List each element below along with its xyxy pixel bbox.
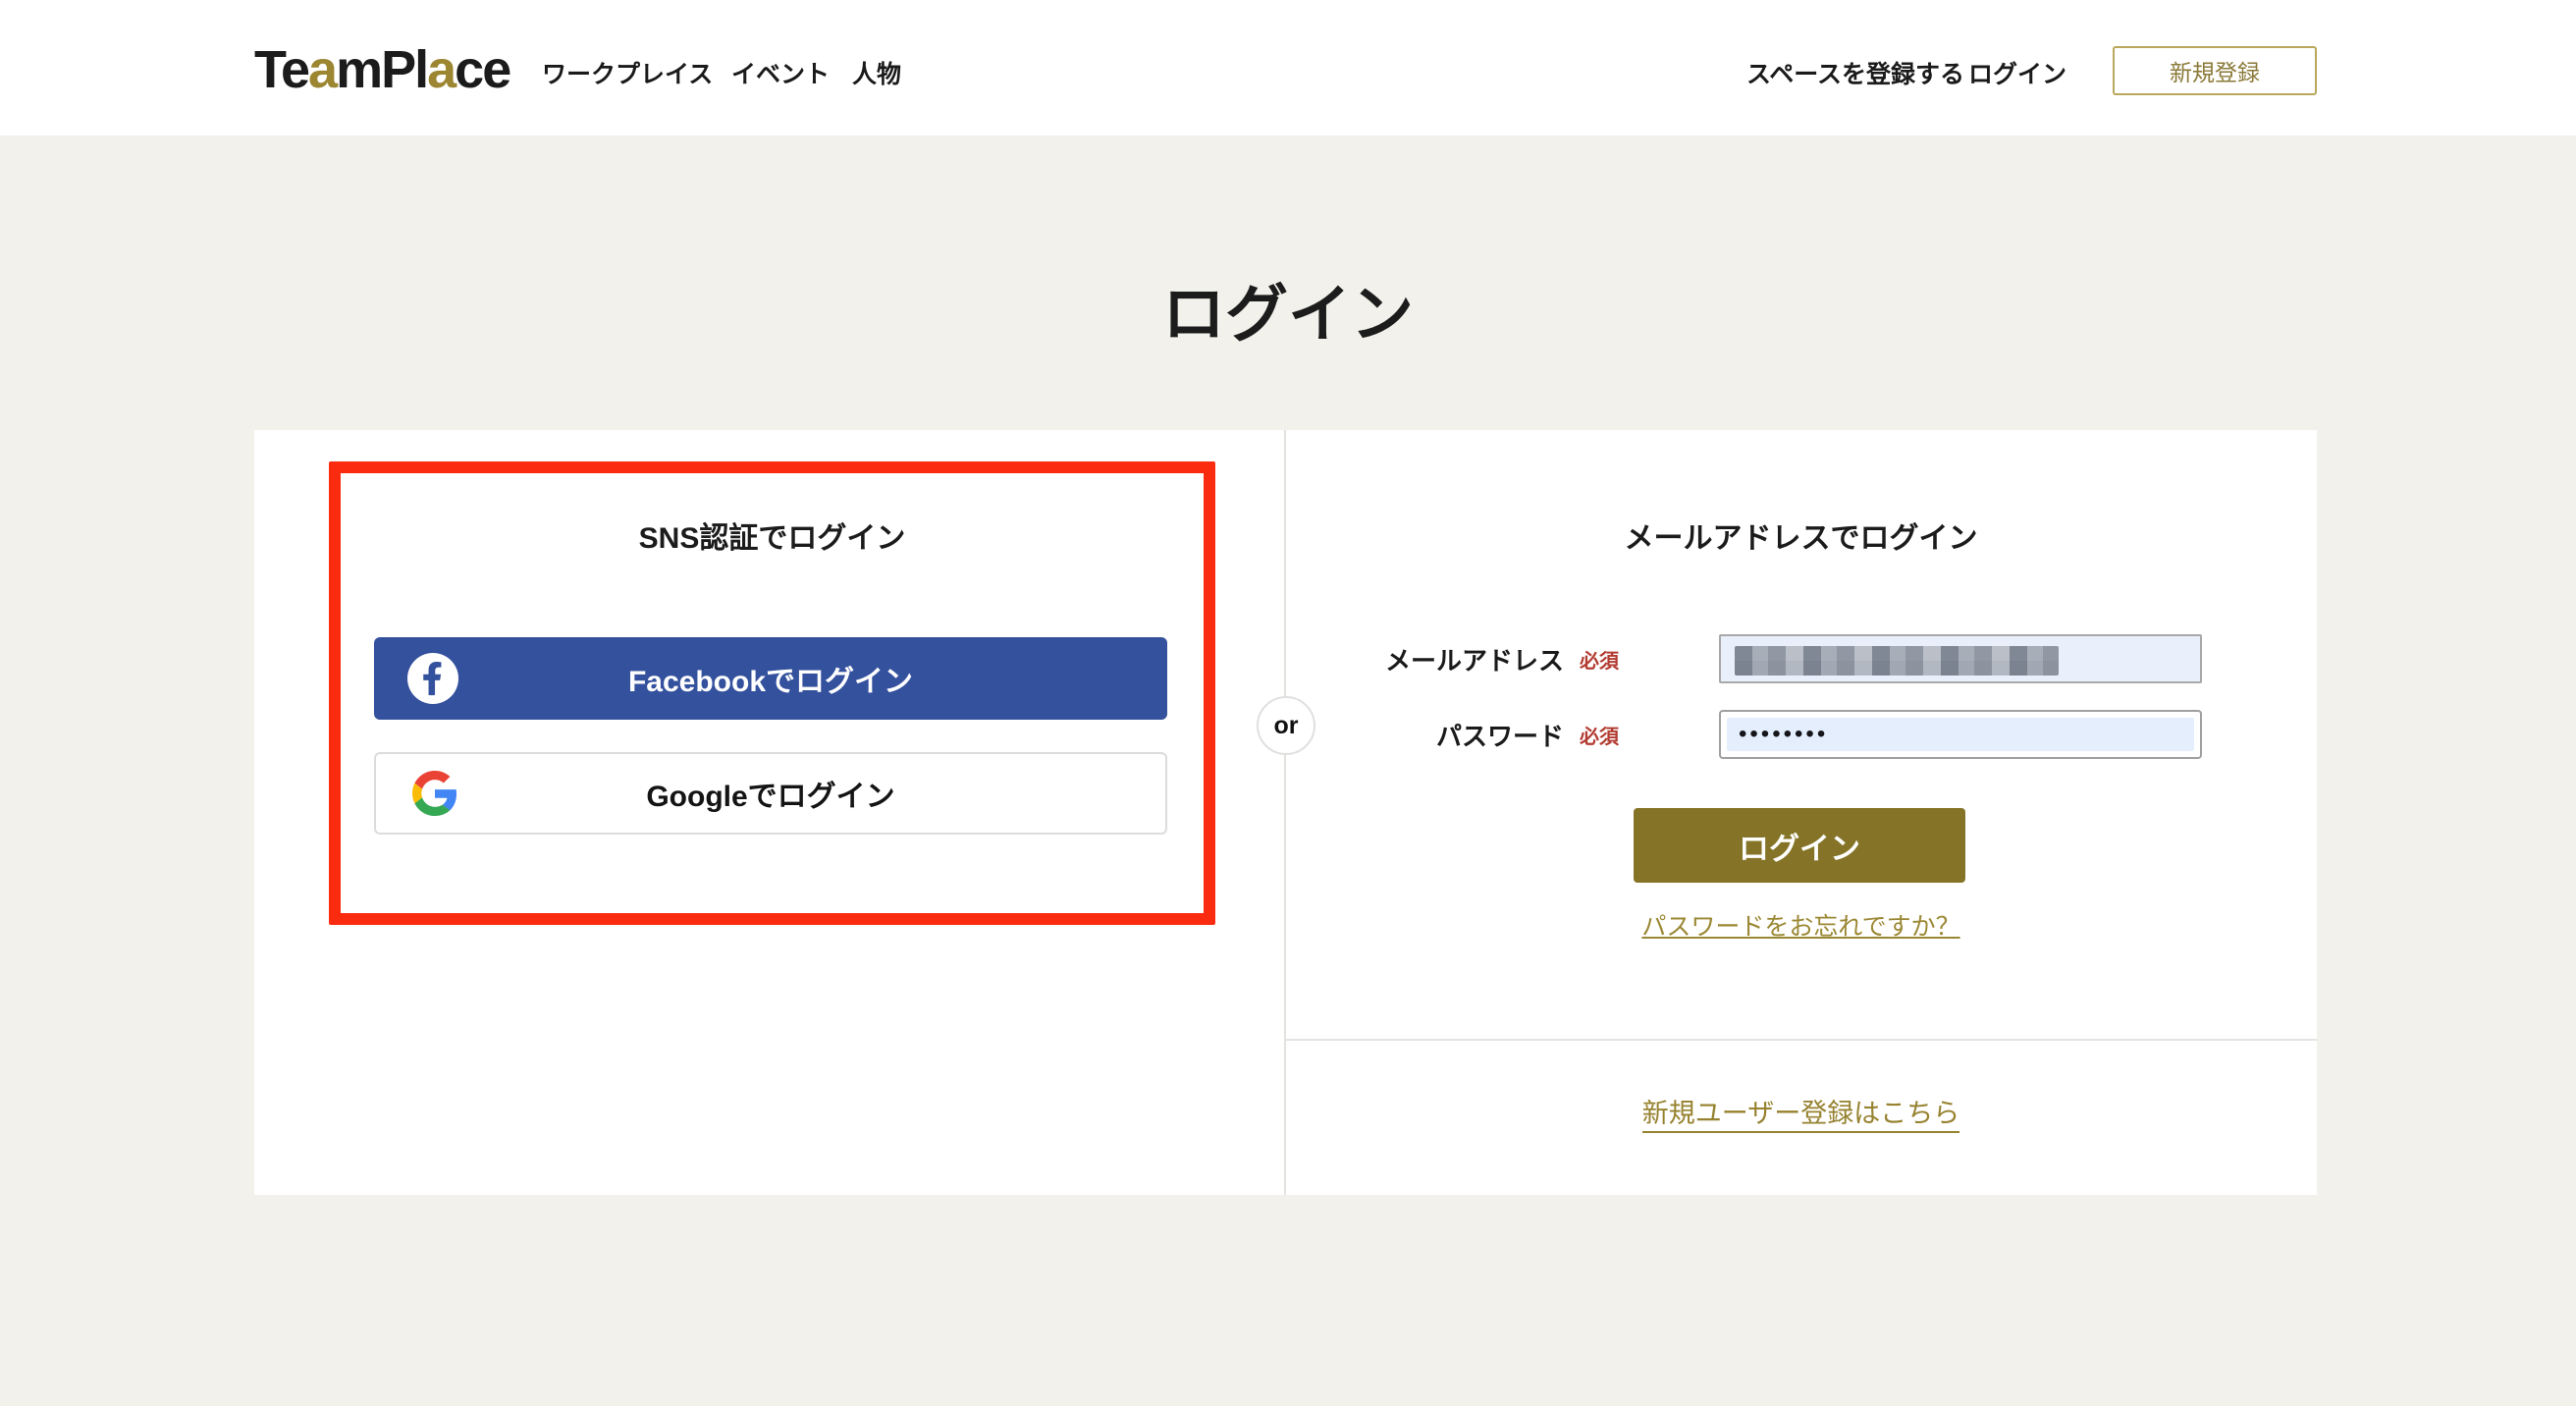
email-required-badge: 必須 — [1580, 645, 1619, 674]
password-input[interactable]: •••••••• — [1719, 710, 2202, 759]
logo-text: mPl — [336, 40, 427, 99]
logo-text-gold: a — [427, 40, 455, 99]
password-required-badge: 必須 — [1580, 721, 1619, 749]
google-login-button[interactable]: Googleでログイン — [374, 752, 1167, 835]
facebook-icon — [407, 653, 458, 704]
signup-button-label: 新規登録 — [2170, 54, 2260, 87]
page-title: ログイン — [0, 280, 2576, 349]
email-label: メールアドレス — [1385, 641, 1564, 677]
password-masked-value: •••••••• — [1739, 723, 1828, 746]
logo-text: ce — [455, 40, 510, 99]
email-label-group: メールアドレス 必須 — [1385, 641, 1619, 676]
nav-item-workplace[interactable]: ワークプレイス — [542, 55, 713, 90]
password-autofill-area: •••••••• — [1727, 718, 2194, 751]
signup-button[interactable]: 新規登録 — [2113, 46, 2317, 95]
email-input[interactable] — [1719, 634, 2202, 683]
nav-item-event[interactable]: イベント — [731, 55, 830, 90]
register-space-link[interactable]: スペースを登録する — [1746, 55, 1964, 90]
password-label-group: パスワード 必須 — [1436, 717, 1619, 752]
new-user-register-link[interactable]: 新規ユーザー登録はこちら — [1642, 1099, 1959, 1133]
forgot-password-link[interactable]: パスワードをお忘れですか？ — [1641, 913, 1959, 941]
facebook-login-label: Facebookでログイン — [628, 657, 913, 700]
logo-text-gold: a — [308, 40, 336, 99]
password-label: パスワード — [1436, 717, 1564, 753]
teamplace-logo[interactable]: TeamPlace — [254, 39, 510, 100]
google-login-label: Googleでログイン — [646, 772, 894, 815]
email-login-heading: メールアドレスでログイン — [1285, 521, 2317, 557]
facebook-login-button[interactable]: Facebookでログイン — [374, 637, 1167, 720]
header-login-link[interactable]: ログイン — [1968, 55, 2066, 90]
login-card: SNS認証でログイン Facebookでログイン Googleでログイン or … — [254, 430, 2317, 1195]
email-value-pixelated — [1735, 646, 2059, 676]
or-divider: or — [1257, 696, 1315, 755]
nav-item-people[interactable]: 人物 — [852, 55, 901, 90]
login-submit-button[interactable]: ログイン — [1634, 808, 1965, 883]
site-header: TeamPlace ワークプレイス イベント 人物 スペースを登録する ログイン… — [0, 0, 2576, 135]
horizontal-divider — [1285, 1039, 2317, 1041]
or-label: or — [1274, 712, 1299, 740]
new-user-register-row: 新規ユーザー登録はこちら — [1285, 1092, 2317, 1130]
sns-login-heading: SNS認証でログイン — [329, 521, 1215, 557]
logo-text: Te — [254, 40, 308, 99]
forgot-password-row: パスワードをお忘れですか？ — [1285, 907, 2317, 943]
google-icon — [409, 768, 460, 819]
login-submit-label: ログイン — [1739, 824, 1860, 868]
